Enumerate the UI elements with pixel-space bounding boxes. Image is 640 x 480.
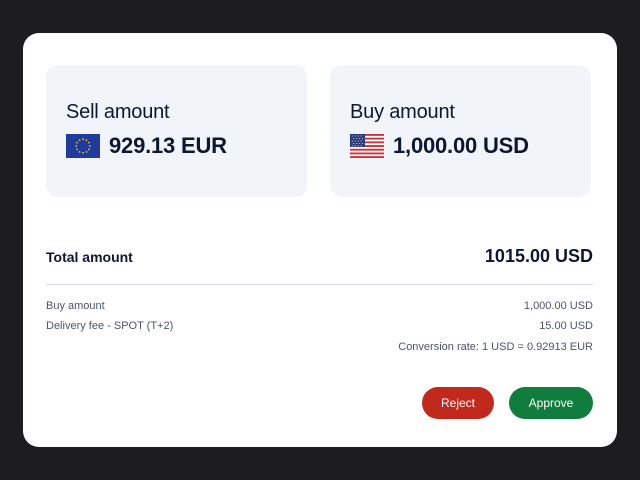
reject-button[interactable]: Reject [422, 387, 494, 419]
sell-amount-panel: Sell amount 929.13 EUR [46, 65, 307, 197]
us-flag-icon [350, 134, 384, 158]
detail-label: Buy amount [46, 300, 105, 312]
divider [46, 284, 593, 285]
total-amount-row: Total amount 1015.00 USD [46, 246, 593, 267]
buy-amount-value: 1,000.00 USD [393, 133, 529, 158]
buy-amount-title: Buy amount [350, 101, 455, 123]
detail-label: Delivery fee - SPOT (T+2) [46, 320, 174, 332]
buy-amount-value-row: 1,000.00 USD [350, 133, 529, 159]
conversion-rate-text: Conversion rate: 1 USD = 0.92913 EUR [398, 341, 593, 353]
detail-value: 15.00 USD [539, 320, 593, 332]
eu-flag-icon [66, 134, 100, 158]
detail-row-delivery-fee: Delivery fee - SPOT (T+2) 15.00 USD [46, 320, 593, 332]
buy-amount-panel: Buy amount 1,000.00 USD [330, 65, 591, 197]
conversion-rate-row: Conversion rate: 1 USD = 0.92913 EUR [46, 341, 593, 353]
total-amount-value: 1015.00 USD [484, 246, 593, 266]
sell-amount-title: Sell amount [66, 101, 170, 123]
detail-row-buy-amount: Buy amount 1,000.00 USD [46, 300, 593, 312]
sell-amount-value-row: 929.13 EUR [66, 133, 227, 159]
detail-value: 1,000.00 USD [523, 300, 593, 312]
quote-confirmation-card: Sell amount 929.13 EUR Buy amount 1,000.… [23, 33, 617, 447]
total-amount-label: Total amount [46, 248, 133, 265]
sell-amount-value: 929.13 EUR [109, 133, 227, 158]
approve-button[interactable]: Approve [509, 387, 593, 419]
